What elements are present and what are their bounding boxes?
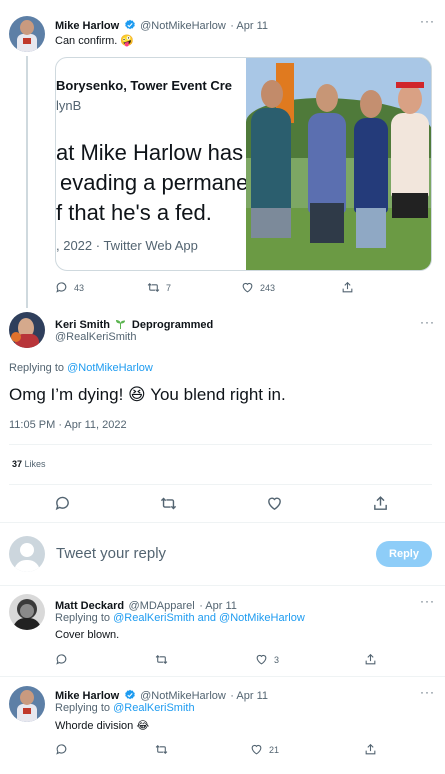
reply-icon	[56, 744, 67, 755]
verified-badge-icon	[124, 689, 135, 700]
divider	[9, 444, 432, 445]
retweet-count: 7	[166, 282, 172, 293]
share-action[interactable]	[364, 653, 377, 666]
author-name[interactable]: Matt Deckard	[55, 600, 124, 612]
reply-count: 43	[74, 282, 85, 293]
reply-action[interactable]	[55, 653, 155, 666]
reply-icon[interactable]	[54, 495, 71, 512]
quoted-media-card[interactable]: Borysenko, Tower Event Cre lynB at Mike …	[55, 57, 432, 271]
default-avatar[interactable]	[9, 536, 45, 572]
like-action[interactable]: 21	[250, 743, 364, 756]
likes-stat[interactable]: 37 Likes	[12, 459, 46, 469]
like-count: 243	[260, 282, 276, 293]
replying-to-link[interactable]: @NotMikeHarlow	[67, 362, 153, 374]
thread-line	[26, 56, 28, 308]
author-name-suffix[interactable]: Deprogrammed	[132, 319, 213, 331]
like-count: 21	[269, 744, 280, 755]
zany-face-emoji: 🤪	[120, 35, 135, 47]
quoted-line-2: evading a permane	[60, 170, 246, 195]
heart-icon[interactable]	[266, 495, 283, 512]
retweet-icon	[155, 654, 168, 665]
retweet-icon	[155, 744, 168, 755]
tweet-text: Cover blown.	[55, 629, 120, 641]
replying-prefix: Replying to	[55, 702, 114, 714]
more-icon[interactable]: ···	[420, 594, 435, 608]
likes-count: 37	[12, 459, 23, 469]
share-icon[interactable]	[372, 495, 389, 512]
reply-button-label: Reply	[389, 548, 419, 560]
retweet-icon	[147, 282, 160, 293]
main-tweet-actions	[54, 495, 394, 513]
replying-to-link[interactable]: @RealKeriSmith	[113, 702, 194, 714]
tweet-date[interactable]: · Apr 11	[199, 600, 237, 612]
tweet-text: Can confirm.	[55, 35, 118, 47]
retweet-action[interactable]	[155, 653, 255, 666]
avatar[interactable]	[9, 594, 45, 630]
replying-prefix: Replying to	[55, 612, 114, 624]
like-count: 3	[274, 654, 280, 665]
tweet-actions: 3	[55, 653, 385, 666]
like-action[interactable]: 3	[255, 653, 364, 666]
share-icon	[342, 281, 353, 293]
tweet-text: Whorde division	[55, 720, 134, 732]
tweet-date[interactable]: · Apr 11	[230, 690, 268, 702]
author-name[interactable]: Keri Smith	[55, 319, 110, 331]
author-handle[interactable]: @RealKeriSmith	[55, 331, 136, 343]
main-tweet-text: Omg I’m dying!	[9, 385, 124, 404]
divider	[0, 585, 445, 586]
more-icon[interactable]: ···	[420, 315, 435, 329]
tweet-actions: 21	[55, 743, 385, 756]
reply-action[interactable]	[55, 743, 155, 756]
share-icon	[365, 653, 376, 665]
quoted-author: Borysenko, Tower Event Cre	[56, 78, 233, 93]
heart-icon	[242, 282, 253, 293]
retweet-action[interactable]	[155, 743, 250, 756]
reply-input[interactable]: Tweet your reply	[56, 545, 166, 562]
quoted-meta: , 2022 · Twitter Web App	[56, 238, 198, 253]
author-handle[interactable]: @NotMikeHarlow	[140, 690, 226, 702]
squinting-laugh-emoji: 😆	[128, 385, 146, 404]
tears-of-joy-emoji: 😂	[136, 720, 150, 732]
replying-to-link[interactable]: @RealKeriSmith and @NotMikeHarlow	[113, 612, 305, 624]
divider	[9, 484, 432, 485]
reply-icon	[56, 282, 67, 293]
main-tweet-text-2: You blend right in.	[150, 385, 286, 404]
quoted-handle: lynB	[56, 98, 82, 113]
author-handle[interactable]: @MDApparel	[129, 600, 195, 612]
heart-icon	[256, 654, 267, 665]
verified-badge-icon	[124, 19, 135, 30]
reply-button[interactable]: Reply	[376, 541, 432, 567]
author-name[interactable]: Mike Harlow	[55, 690, 119, 702]
divider	[0, 522, 445, 523]
likes-label: Likes	[24, 459, 46, 469]
avatar[interactable]	[9, 16, 45, 52]
avatar[interactable]	[9, 686, 45, 722]
share-action[interactable]	[341, 281, 354, 294]
tweet-actions: 43 7 243	[55, 281, 385, 294]
quoted-tweet-screenshot: Borysenko, Tower Event Cre lynB at Mike …	[56, 58, 246, 270]
divider	[0, 676, 445, 677]
author-name[interactable]: Mike Harlow	[55, 20, 119, 32]
share-icon	[365, 743, 376, 755]
replying-prefix: Replying to	[9, 362, 68, 374]
tweet-timestamp[interactable]: 11:05 PM · Apr 11, 2022	[9, 419, 127, 431]
tweet-date[interactable]: · Apr 11	[230, 20, 268, 32]
quoted-line-3: f that he's a fed.	[56, 200, 212, 225]
reply-icon	[56, 654, 67, 665]
avatar[interactable]	[9, 312, 45, 348]
event-photo[interactable]	[246, 58, 431, 270]
more-icon[interactable]: ···	[420, 685, 435, 699]
reply-action[interactable]: 43	[55, 281, 147, 294]
sprout-icon	[116, 320, 126, 329]
heart-icon	[251, 744, 262, 755]
retweet-action[interactable]: 7	[147, 281, 241, 294]
author-handle[interactable]: @NotMikeHarlow	[140, 20, 226, 32]
like-action[interactable]: 243	[241, 281, 341, 294]
retweet-icon[interactable]	[160, 495, 177, 512]
share-action[interactable]	[364, 743, 377, 756]
quoted-line-1: at Mike Harlow has	[56, 140, 244, 165]
more-icon[interactable]: ···	[420, 14, 435, 28]
